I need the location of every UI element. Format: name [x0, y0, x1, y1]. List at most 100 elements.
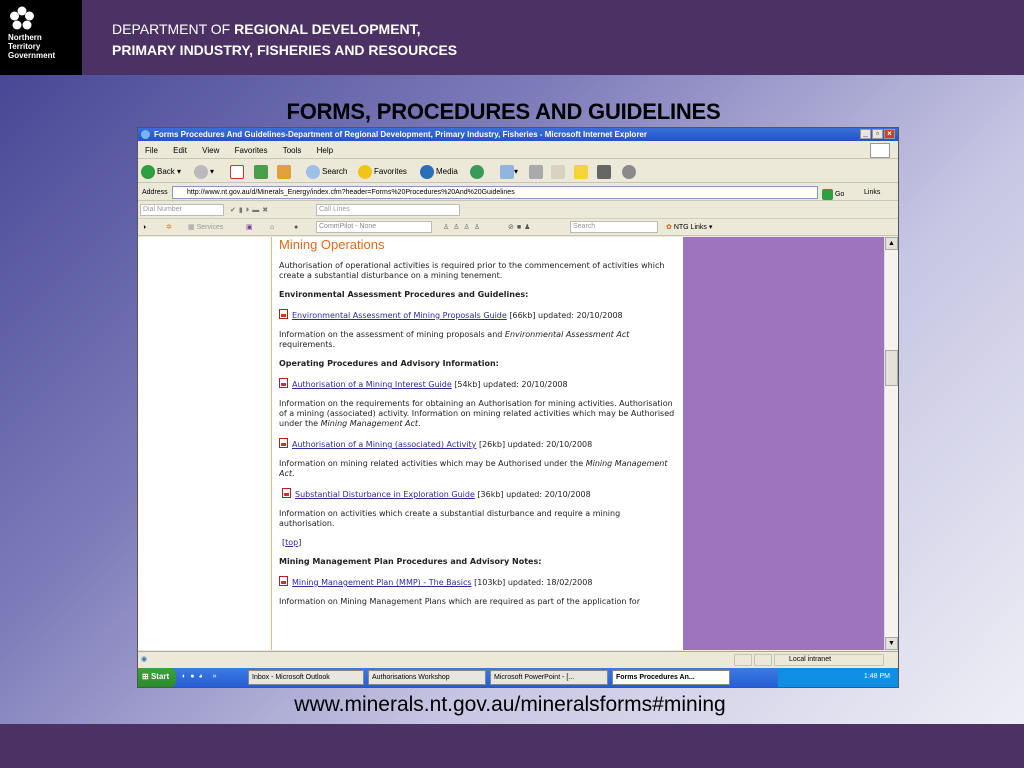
- back-button[interactable]: Back ▾: [141, 164, 181, 180]
- doc-link-mining-interest[interactable]: Authorisation of a Mining Interest Guide: [292, 380, 452, 389]
- doc-link-environmental-assessment[interactable]: Environmental Assessment of Mining Propo…: [292, 311, 507, 320]
- close-button[interactable]: ×: [884, 129, 895, 139]
- window-title: Forms Procedures And Guidelines-Departme…: [154, 130, 647, 139]
- tools-icons[interactable]: ⊘■♟: [508, 219, 533, 236]
- pdf-icon: [279, 378, 288, 388]
- top-link[interactable]: top: [285, 538, 298, 547]
- edit-button[interactable]: [551, 164, 565, 180]
- refresh-button[interactable]: [254, 164, 268, 180]
- standard-toolbar: Back ▾ ▾ Search Favorites Media ▾: [138, 160, 898, 183]
- start-button[interactable]: ⊞ Start: [138, 668, 176, 687]
- notes-button[interactable]: [574, 164, 588, 180]
- call-lines-select[interactable]: Call Lines: [316, 204, 460, 216]
- pdf-icon: [279, 576, 288, 586]
- app-icon[interactable]: ▣: [246, 219, 253, 236]
- dial-number-select[interactable]: Dial Number: [140, 204, 224, 216]
- status-cell: [734, 654, 752, 666]
- task-authorisations-workshop[interactable]: Authorisations Workshop: [368, 670, 486, 685]
- phone-controls-icon[interactable]: ✔▮⏵▬✖: [230, 202, 271, 219]
- status-cell: [754, 654, 772, 666]
- doc-link-substantial-disturbance[interactable]: Substantial Disturbance in Exploration G…: [295, 490, 475, 499]
- slide-title: FORMS, PROCEDURES AND GUIDELINES: [286, 99, 721, 124]
- mail-icon: [500, 164, 514, 179]
- history-icon: [470, 164, 484, 179]
- contacts-icons[interactable]: ♙♙♙♙: [443, 219, 484, 236]
- search-icon: [306, 164, 320, 179]
- menu-favorites[interactable]: Favorites: [235, 142, 268, 159]
- doc-description: Information on Mining Management Plans w…: [279, 597, 640, 606]
- page-content: Mining Operations Authorisation of opera…: [138, 237, 884, 650]
- zone-indicator: Local intranet: [774, 654, 884, 666]
- status-bar: ◉ Local intranet: [138, 651, 898, 667]
- browser-screenshot: Forms Procedures And Guidelines-Departme…: [137, 127, 899, 688]
- doc-description: Information on the assessment of mining …: [279, 330, 630, 349]
- article: Mining Operations Authorisation of opera…: [279, 237, 677, 650]
- doc-item: Substantial Disturbance in Exploration G…: [279, 488, 677, 500]
- address-input[interactable]: http://www.nt.gov.au/d/Minerals_Energy/i…: [172, 186, 818, 199]
- section-heading-mmp: Mining Management Plan Procedures and Ad…: [279, 557, 542, 566]
- mail-button[interactable]: ▾: [500, 164, 518, 180]
- messenger-button[interactable]: [622, 164, 638, 180]
- links-button[interactable]: Links: [864, 184, 880, 201]
- menu-tools[interactable]: Tools: [283, 142, 302, 159]
- menu-edit[interactable]: Edit: [173, 142, 187, 159]
- task-outlook[interactable]: Inbox - Microsoft Outlook: [248, 670, 364, 685]
- minimize-button[interactable]: _: [860, 129, 871, 139]
- stop-button[interactable]: [230, 164, 244, 180]
- menu-file[interactable]: File: [145, 142, 158, 159]
- go-arrow-icon: [822, 188, 833, 200]
- intro-text: Authorisation of operational activities …: [279, 261, 665, 280]
- scroll-up-arrow-icon[interactable]: ▲: [885, 237, 898, 250]
- record-icon[interactable]: ●: [294, 219, 298, 236]
- edit-icon: [551, 164, 565, 179]
- history-button[interactable]: [470, 164, 486, 180]
- phone-toolbar: Dial Number ✔▮⏵▬✖ Call Lines: [138, 202, 898, 219]
- vertical-scrollbar[interactable]: ▲ ▼: [884, 237, 898, 650]
- doc-item: Authorisation of a Mining Interest Guide…: [279, 378, 677, 390]
- doc-description: Information on the requirements for obta…: [279, 399, 675, 428]
- menu-view[interactable]: View: [202, 142, 219, 159]
- home-button[interactable]: [277, 164, 291, 180]
- pdf-icon: [279, 309, 288, 319]
- department-name: DEPARTMENT OF REGIONAL DEVELOPMENT, PRIM…: [112, 21, 458, 58]
- top-link-line: [top]: [282, 538, 302, 547]
- toolbar-search-input[interactable]: Search: [570, 221, 658, 233]
- page-status-icon: ◉: [141, 656, 148, 663]
- search-button[interactable]: Search: [306, 164, 347, 180]
- ntg-links-button[interactable]: ✿ NTG Links ▾: [666, 219, 712, 236]
- flower-icon: [10, 6, 34, 30]
- quick-launch-icons[interactable]: ◐●◕ »: [182, 668, 221, 685]
- task-internet-explorer[interactable]: Forms Procedures An...: [612, 670, 730, 685]
- menu-help[interactable]: Help: [317, 142, 333, 159]
- print-icon: [529, 164, 543, 179]
- maximize-button[interactable]: ▫: [872, 129, 883, 139]
- doc-link-associated-activity[interactable]: Authorisation of a Mining (associated) A…: [292, 440, 476, 449]
- gear-icon[interactable]: ✲: [166, 219, 172, 236]
- favorites-button[interactable]: Favorites: [358, 164, 407, 180]
- media-button[interactable]: Media: [420, 164, 458, 180]
- research-button[interactable]: [597, 164, 611, 180]
- services-button[interactable]: ▦ Services: [188, 219, 223, 236]
- print-button[interactable]: [529, 164, 543, 180]
- commpilot-select[interactable]: CommPilot - None: [316, 221, 432, 233]
- clock[interactable]: 1:48 PM: [864, 673, 890, 680]
- scroll-thumb[interactable]: [885, 350, 898, 386]
- ie-icon: [141, 130, 150, 139]
- browser-title-bar: Forms Procedures And Guidelines-Departme…: [138, 128, 898, 141]
- doc-item: Mining Management Plan (MMP) - The Basic…: [279, 576, 677, 588]
- stop-icon: [230, 164, 244, 179]
- doc-link-mmp-basics[interactable]: Mining Management Plan (MMP) - The Basic…: [292, 578, 472, 587]
- circle-icon[interactable]: ◑: [142, 219, 146, 236]
- source-url: www.minerals.nt.gov.au/mineralsforms#min…: [294, 693, 726, 716]
- task-powerpoint[interactable]: Microsoft PowerPoint - [...: [490, 670, 608, 685]
- refresh-icon: [254, 164, 268, 179]
- go-button[interactable]: Go: [822, 186, 844, 203]
- forward-button[interactable]: ▾: [194, 164, 214, 180]
- home-icon-2[interactable]: ⌂: [270, 219, 274, 236]
- star-icon: [358, 164, 372, 179]
- doc-item: Authorisation of a Mining (associated) A…: [279, 438, 677, 450]
- section-heading-environmental: Environmental Assessment Procedures and …: [279, 290, 529, 299]
- doc-description: Information on activities which create a…: [279, 509, 621, 528]
- media-icon: [420, 164, 434, 179]
- scroll-down-arrow-icon[interactable]: ▼: [885, 637, 898, 650]
